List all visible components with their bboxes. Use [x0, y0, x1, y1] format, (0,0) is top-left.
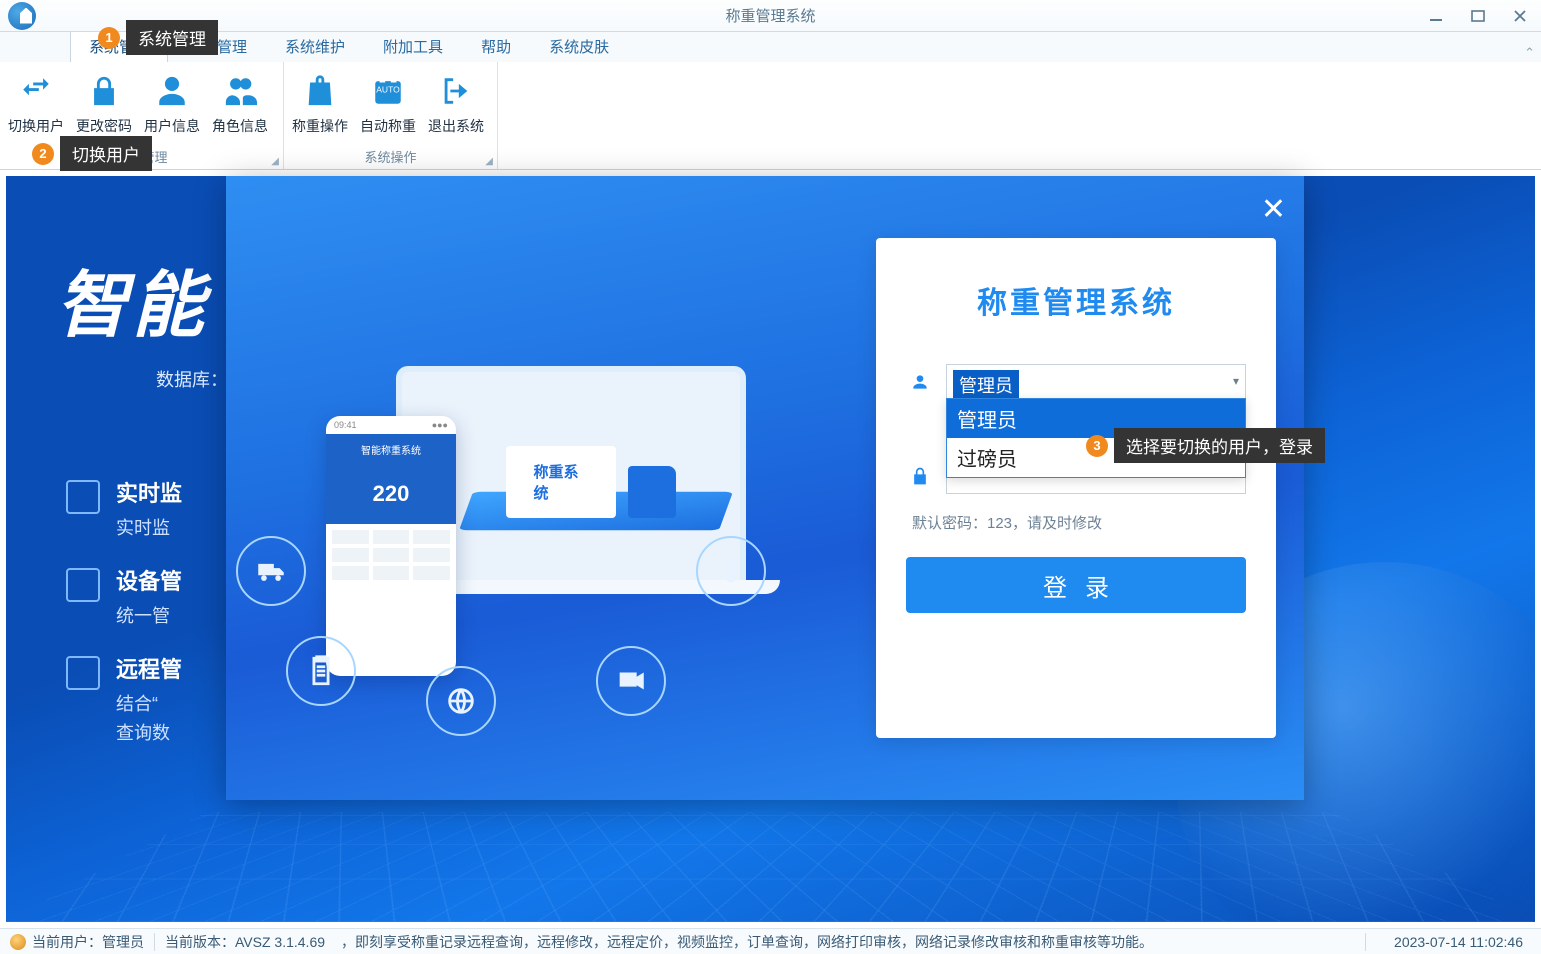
annotation-badge: 2: [32, 143, 54, 165]
app-window: 称重管理系统 ⌃ 系统管理 数据管理 系统维护 附加工具 帮助 系统皮肤 切换用…: [0, 0, 1541, 954]
ribbon-user-info[interactable]: 用户信息: [138, 66, 206, 136]
ribbon-weigh-op[interactable]: 称重操作: [286, 66, 354, 136]
database-label: 数据库：: [156, 366, 228, 392]
user-row: 管理员 ▾ 管理员 过磅员: [906, 364, 1246, 400]
bag-icon: [301, 72, 339, 110]
user-combobox[interactable]: 管理员 ▾: [946, 364, 1246, 400]
status-datetime: 2023-07-14 11:02:46: [1376, 934, 1541, 950]
device-icon: [66, 568, 100, 602]
orb-clipboard-icon: [286, 636, 356, 706]
orb-scale-icon: [696, 536, 766, 606]
login-button[interactable]: 登录: [906, 557, 1246, 613]
tab-help[interactable]: 帮助: [462, 29, 530, 62]
modal-close-icon[interactable]: ✕: [1261, 192, 1286, 227]
truck-icon: 称重系统: [506, 436, 676, 546]
ribbon-item-label: 退出系统: [428, 116, 484, 136]
user-avatar-icon: [10, 934, 26, 950]
monitor-icon: [66, 480, 100, 514]
status-marquee: ，即刻享受称重记录远程查询，远程修改，远程定价，视频监控，订单查询，网络打印审核…: [331, 932, 1355, 952]
status-user-label: 当前用户：: [32, 932, 102, 952]
phone-icon: 09:41●●● 智能称重系统 220: [326, 416, 456, 676]
feature-title: 实时监: [116, 476, 182, 508]
feature-remote: 远程管 结合“ 查询数: [116, 652, 182, 748]
feature-desc: 实时监: [116, 514, 182, 543]
ribbon-item-label: 切换用户: [8, 116, 64, 136]
status-separator: [154, 933, 155, 951]
feature-title: 远程管: [116, 652, 182, 684]
feature-device: 设备管 统一管: [116, 564, 182, 631]
ribbon-group-name: 系统操作: [364, 150, 416, 165]
login-panel: 称重管理系统 管理员 ▾ 管理员 过磅员 默认密码：123，请: [876, 238, 1276, 738]
feature-desc: 结合“: [116, 694, 158, 714]
feature-title: 设备管: [116, 564, 182, 596]
menu-tabs: 系统管理 数据管理 系统维护 附加工具 帮助 系统皮肤: [0, 32, 1541, 62]
window-buttons: [1415, 0, 1541, 32]
tab-extra-tools[interactable]: 附加工具: [364, 29, 462, 62]
role-icon: [221, 72, 259, 110]
ribbon-exit[interactable]: 退出系统: [422, 66, 490, 136]
annotation-label: 选择要切换的用户，登录: [1114, 428, 1325, 463]
ribbon-change-password[interactable]: 更改密码: [70, 66, 138, 136]
hero-title-fragment: 智能: [56, 246, 208, 351]
orb-camera-icon: [596, 646, 666, 716]
status-version-value: AVSZ 3.1.4.69: [235, 934, 325, 950]
phone-banner: 智能称重系统: [326, 434, 456, 464]
titlebar: 称重管理系统 ⌃: [0, 0, 1541, 32]
tab-skin[interactable]: 系统皮肤: [530, 29, 628, 62]
feature-realtime: 实时监 实时监: [116, 476, 182, 543]
switch-user-icon: [17, 72, 55, 110]
ribbon-item-label: 角色信息: [212, 116, 268, 136]
annotation-label: 系统管理: [126, 20, 218, 55]
app-logo-icon: [8, 2, 36, 30]
ribbon-item-label: 更改密码: [76, 116, 132, 136]
ribbon-collapse-chevron-icon[interactable]: ⌃: [1524, 45, 1535, 61]
chevron-down-icon: ▾: [1233, 374, 1239, 388]
status-bar: 当前用户： 管理员 当前版本： AVSZ 3.1.4.69 ，即刻享受称重记录远…: [0, 928, 1541, 954]
ribbon-group-system-op: 称重操作 AUTO 自动称重 退出系统 系统操作 ◢: [284, 62, 498, 169]
status-separator: [1365, 933, 1366, 951]
exit-icon: [437, 72, 475, 110]
ribbon-auto-weigh[interactable]: AUTO 自动称重: [354, 66, 422, 136]
ribbon-item-label: 称重操作: [292, 116, 348, 136]
svg-text:AUTO: AUTO: [376, 84, 400, 94]
lock-icon: [85, 72, 123, 110]
password-hint: 默认密码：123，请及时修改: [912, 512, 1246, 533]
ribbon-switch-user[interactable]: 切换用户: [2, 66, 70, 136]
auto-icon: AUTO: [369, 72, 407, 110]
feature-desc: 统一管: [116, 602, 182, 631]
close-button[interactable]: [1499, 0, 1541, 32]
orb-globe-icon: [426, 666, 496, 736]
annotation-1: 1 系统管理: [98, 20, 218, 55]
modal-illustration: 称重系统 09:41●●● 智能称重系统 220: [266, 306, 826, 736]
ribbon-role-info[interactable]: 角色信息: [206, 66, 274, 136]
ribbon-item-label: 自动称重: [360, 116, 416, 136]
group-expand-icon[interactable]: ◢: [485, 156, 493, 167]
status-version-label: 当前版本：: [165, 932, 235, 952]
ribbon-item-label: 用户信息: [144, 116, 200, 136]
login-modal: ✕ 称重系统 09:41●●● 智能称重系统 220: [226, 176, 1304, 800]
user-icon: [906, 372, 934, 392]
truck-label: 称重系统: [534, 461, 589, 503]
tab-system-maintain[interactable]: 系统维护: [266, 29, 364, 62]
phone-number: 220: [373, 481, 410, 507]
minimize-button[interactable]: [1415, 0, 1457, 32]
group-expand-icon[interactable]: ◢: [271, 156, 279, 167]
feature-desc: 查询数: [116, 723, 170, 743]
lock-icon: [906, 466, 934, 486]
login-title: 称重管理系统: [906, 278, 1246, 322]
maximize-button[interactable]: [1457, 0, 1499, 32]
orb-truck-icon: [236, 536, 306, 606]
ribbon: 切换用户 更改密码 用户信息 角色信息 用户管理◢: [0, 62, 1541, 170]
annotation-badge: 3: [1086, 435, 1108, 457]
annotation-label: 切换用户: [60, 136, 152, 171]
window-title: 称重管理系统: [725, 5, 815, 26]
content-area: 智能 数据库： 实时监 实时监 设备管 统一管 远程管 结合“ 查询数 ✕: [0, 170, 1541, 928]
user-selected-value: 管理员: [953, 370, 1019, 400]
remote-icon: [66, 656, 100, 690]
annotation-badge: 1: [98, 27, 120, 49]
user-icon: [153, 72, 191, 110]
annotation-3: 3 选择要切换的用户，登录: [1086, 428, 1325, 463]
annotation-2: 2 切换用户: [32, 136, 152, 171]
status-user-value: 管理员: [102, 932, 144, 952]
